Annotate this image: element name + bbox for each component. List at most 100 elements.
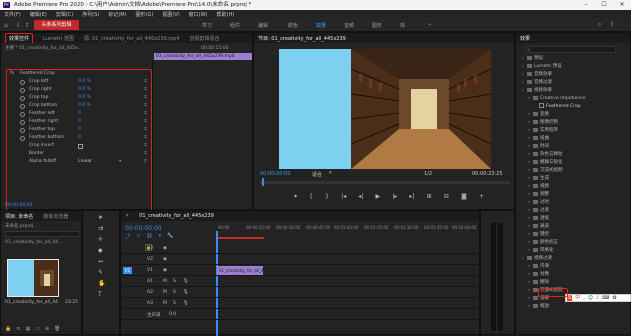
timeline-ruler[interactable]: 00:00 00:00:15:00 00:00:30:00 00:00:45:0… <box>216 223 481 239</box>
effects-tree-item[interactable]: › 音频效果 <box>522 71 630 79</box>
param-feather-left[interactable]: Feather left 0 ↺ <box>7 110 151 118</box>
effects-tree-item[interactable]: › 颜色校正 <box>522 239 630 247</box>
workspace-flash[interactable]: 头条系列剪辑 <box>34 20 79 30</box>
solo-icon[interactable]: S <box>173 290 176 295</box>
insert-icon[interactable]: ⊞ <box>427 193 432 203</box>
step-forward-icon[interactable]: |▸ <box>392 193 397 203</box>
alpha-falloff-select[interactable]: Linear <box>78 158 92 166</box>
effects-tree-item[interactable]: › 风格化 <box>522 247 630 255</box>
effects-tree-item[interactable]: › 音频过渡 <box>522 79 630 87</box>
menu-view[interactable]: 视图(V) <box>162 11 179 18</box>
effects-tree-item[interactable]: Feathered Crop <box>522 103 630 111</box>
overwrite-icon[interactable]: ⊟ <box>444 193 449 203</box>
effects-tree-item[interactable]: › 键控 <box>522 231 630 239</box>
track-select-tool-icon[interactable]: ⇉ <box>98 225 105 232</box>
project-search-input[interactable] <box>5 231 79 237</box>
menu-graphics[interactable]: 图形(G) <box>136 11 154 18</box>
ime-skin-icon[interactable]: ✿ <box>612 295 616 301</box>
stopwatch-icon[interactable] <box>20 112 25 117</box>
search-icon[interactable]: ⌕ <box>598 21 601 29</box>
tab-project[interactable]: 项目: 未命名 <box>5 213 33 220</box>
reset-icon[interactable]: ↺ <box>143 158 147 166</box>
crop-invert-checkbox[interactable] <box>78 144 83 149</box>
solo-icon[interactable]: S <box>173 301 176 306</box>
effects-tree-item[interactable]: › 变换 <box>522 111 630 119</box>
effects-tree-item[interactable]: › 扭曲 <box>522 135 630 143</box>
linked-icon[interactable]: ⛓ <box>146 233 152 240</box>
ime-keyboard-icon[interactable]: ⌨ <box>602 295 609 301</box>
timeline-timecode[interactable]: 00:00:00:00 <box>125 225 162 232</box>
ws-audio[interactable]: 音频 <box>344 22 354 29</box>
menu-file[interactable]: 文件(F) <box>4 11 21 18</box>
param-crop-right[interactable]: Crop right 0.0 % ↺ <box>7 86 151 94</box>
ws-assembly[interactable]: 组件 <box>230 22 240 29</box>
hand-tool-icon[interactable]: ✋ <box>98 280 105 287</box>
new-item-icon[interactable]: ⊕ <box>45 326 49 332</box>
ws-learn[interactable]: 学习 <box>202 22 212 29</box>
home-icon[interactable]: ⌂ <box>4 22 8 29</box>
ws-library[interactable]: 库 <box>400 22 405 29</box>
step-back-icon[interactable]: ◂| <box>358 193 363 203</box>
mark-in-icon[interactable]: { <box>309 193 313 203</box>
effects-tree-item[interactable]: › 沉浸式视频 <box>522 167 630 175</box>
trash-icon[interactable]: 🗑 <box>54 326 60 332</box>
ws-graphics[interactable]: 图形 <box>372 22 382 29</box>
mute-icon[interactable]: M <box>163 279 167 284</box>
import-icon[interactable]: ⇩ <box>16 22 21 29</box>
effects-tree-item[interactable]: › Creative Impatience <box>522 95 630 103</box>
effects-tree-item[interactable]: › 通道 <box>522 223 630 231</box>
reset-icon[interactable]: ↺ <box>143 142 147 150</box>
new-bin-icon[interactable]: ▭ <box>35 326 40 332</box>
menu-markers[interactable]: 标记(M) <box>108 11 126 18</box>
maximize-icon[interactable]: ☐ <box>595 0 613 10</box>
stopwatch-icon[interactable] <box>20 104 25 109</box>
pen-tool-icon[interactable]: ✎ <box>98 269 105 276</box>
ws-editing[interactable]: 编辑 <box>258 22 268 29</box>
effects-search-input[interactable]: ⌕ <box>526 46 616 53</box>
tab-source[interactable]: 源: 01_creativity_for_all_445x239.mp4 <box>84 35 180 42</box>
program-timecode[interactable]: 00:00:00:00 <box>260 171 291 177</box>
ws-color[interactable]: 颜色 <box>288 22 298 29</box>
eye-icon[interactable]: ◉ <box>163 246 167 251</box>
menu-help[interactable]: 帮助(H) <box>217 11 235 18</box>
stopwatch-icon[interactable] <box>20 96 25 101</box>
reset-icon[interactable]: ↺ <box>143 150 147 158</box>
effects-tree-item[interactable]: › 内滑 <box>522 263 630 271</box>
timeline-clip[interactable]: 01_creativity_for_all_44 <box>217 266 263 275</box>
reset-icon[interactable]: ↺ <box>143 134 147 142</box>
eye-icon[interactable]: ◉ <box>163 268 167 273</box>
export-frame-icon[interactable]: ◙ <box>461 193 467 203</box>
ime-mic-icon[interactable]: ♪ <box>596 295 599 301</box>
stopwatch-icon[interactable] <box>20 128 25 133</box>
close-icon[interactable]: ✕ <box>613 0 631 10</box>
effects-tree-item[interactable]: › 缩放 <box>522 303 630 311</box>
ripple-edit-tool-icon[interactable]: ✛ <box>98 236 105 243</box>
effects-tree-item[interactable]: › 视频过渡 <box>522 255 630 263</box>
play-icon[interactable]: ▶ <box>375 193 380 203</box>
add-button-icon[interactable]: + <box>479 193 484 203</box>
ime-punct-icon[interactable]: , <box>583 295 585 301</box>
stopwatch-icon[interactable] <box>20 136 25 141</box>
fit-select[interactable]: 适合 <box>312 171 322 178</box>
effects-tree-item[interactable]: › 杂色与颗粒 <box>522 151 630 159</box>
menu-sequence[interactable]: 序列(S) <box>82 11 99 18</box>
reset-icon[interactable]: ↺ <box>143 78 147 86</box>
timeline-close-icon[interactable]: ✕ <box>125 213 129 219</box>
work-area-bar[interactable] <box>216 237 264 239</box>
stopwatch-icon[interactable] <box>20 88 25 93</box>
param-crop-bottom[interactable]: Crop bottom 0.0 % ↺ <box>7 102 151 110</box>
minimize-icon[interactable]: – <box>577 0 595 10</box>
param-crop-left[interactable]: Crop left 0.0 % ↺ <box>7 78 151 86</box>
reset-icon[interactable]: ↺ <box>143 94 147 102</box>
menu-edit[interactable]: 编辑(E) <box>30 11 47 18</box>
menu-clip[interactable]: 剪辑(C) <box>56 11 73 18</box>
settings-icon[interactable]: 🔧 <box>167 233 173 240</box>
quick-export-icon[interactable]: ⇪ <box>610 21 615 28</box>
ime-mode[interactable]: 中 <box>575 295 580 301</box>
add-marker-icon[interactable]: ▾ <box>159 233 162 240</box>
effects-tree-item[interactable]: › 视频 <box>522 183 630 191</box>
mute-icon[interactable]: M <box>163 290 167 295</box>
effects-tree-item[interactable]: › 实用程序 <box>522 127 630 135</box>
marker-icon[interactable]: ▾ <box>294 193 297 203</box>
effects-tree-item[interactable]: › Lumetri 预设 <box>522 63 630 71</box>
